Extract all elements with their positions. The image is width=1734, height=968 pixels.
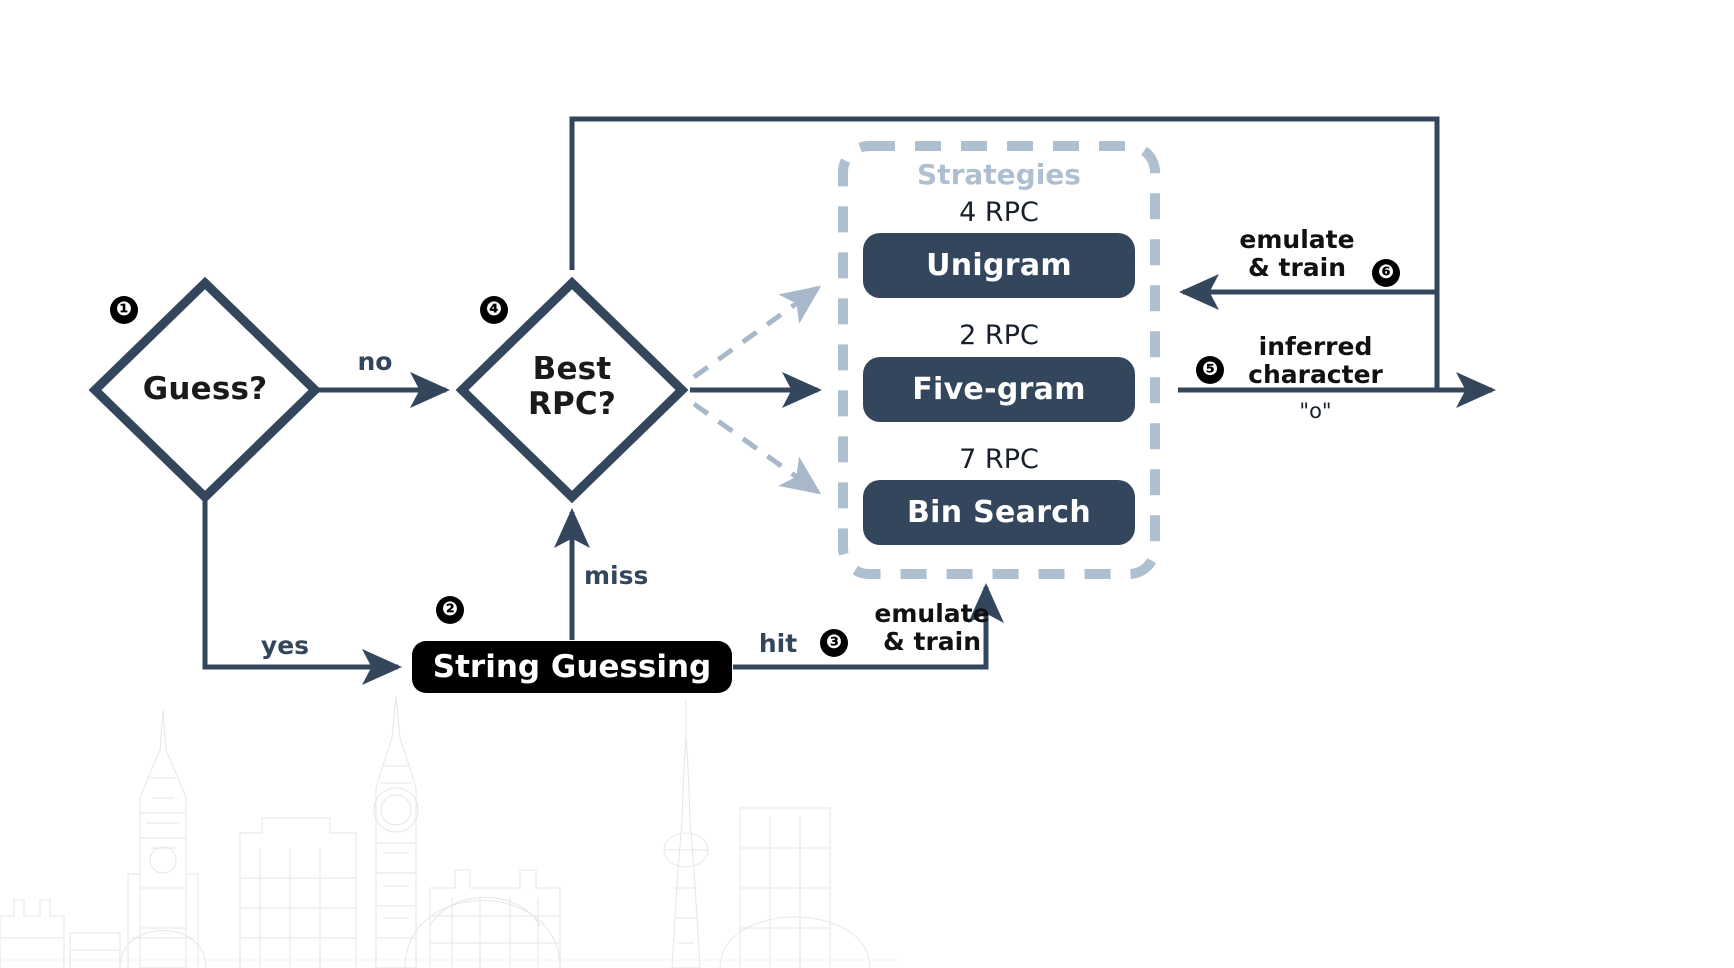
edge-label-miss: miss: [584, 561, 649, 590]
edge-label-no: no: [357, 347, 393, 376]
rpc-label-binsearch: 7 RPC: [959, 444, 1039, 475]
rpc-label-fivegram: 2 RPC: [959, 320, 1039, 351]
badge-3: ❸: [820, 629, 848, 657]
edge-label-hit: hit: [758, 629, 798, 658]
edge-label-emulate-train-bottom: emulate & train: [874, 599, 990, 656]
strategy-five-gram[interactable]: Five-gram: [863, 357, 1135, 422]
badge-1: ❶: [110, 296, 138, 324]
badge-6: ❻: [1372, 259, 1400, 287]
edge-to-unigram: [692, 285, 822, 380]
rpc-label-unigram: 4 RPC: [959, 197, 1039, 228]
strategies-title: Strategies: [917, 158, 1081, 191]
badge-4: ❹: [480, 296, 508, 324]
edge-to-binsearch: [692, 401, 822, 495]
diagram-canvas: Best RPC? --> down then right to String …: [0, 0, 1734, 968]
edge-label-emulate-train-right: emulate & train: [1239, 225, 1355, 282]
inferred-character-value: "o": [1299, 399, 1332, 423]
badge-2: ❷: [436, 596, 464, 624]
strategy-unigram[interactable]: Unigram: [863, 233, 1135, 298]
string-guessing-node[interactable]: String Guessing: [412, 641, 732, 693]
badge-5: ❺: [1196, 356, 1224, 384]
edge-label-inferred-character: inferred character: [1248, 332, 1383, 389]
strategy-bin-search[interactable]: Bin Search: [863, 480, 1135, 545]
edge-label-yes: yes: [260, 631, 310, 660]
